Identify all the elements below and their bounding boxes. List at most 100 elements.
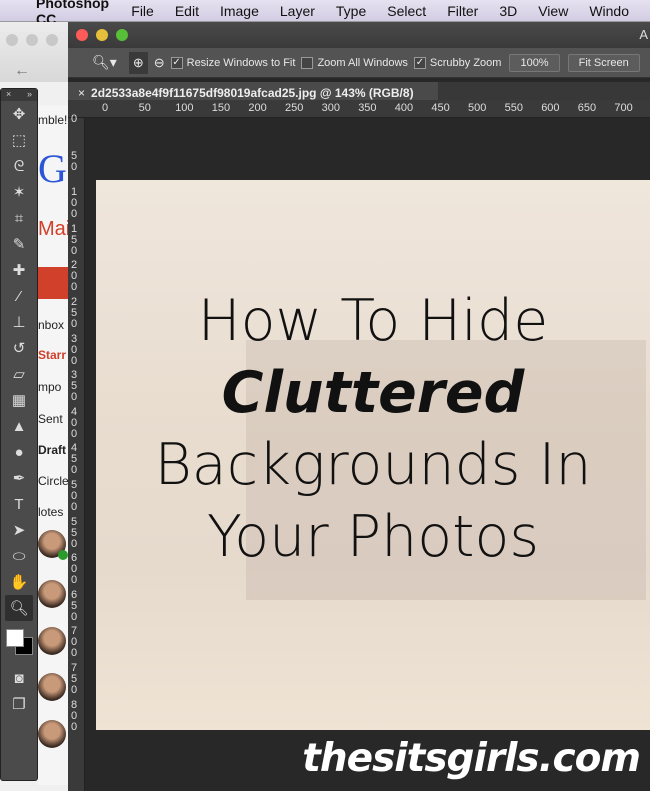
ruler-tick-label: 650 (577, 102, 597, 114)
vertical-ruler[interactable]: 0 50 100 150 200 250 300 350 400 450 500 550 600 650 7… (68, 114, 85, 791)
ruler-tick-label: 250 (71, 296, 78, 330)
options-bar: 🔍︎▾ ⊕ ⊖ ✓ Resize Windows to Fit Zoom All… (68, 48, 650, 78)
menu-3d[interactable]: 3D (499, 3, 517, 19)
menu-edit[interactable]: Edit (175, 3, 199, 19)
avatar[interactable] (38, 673, 66, 701)
ruler-tick-label: 250 (285, 102, 304, 114)
collapse-panel-icon[interactable]: » (27, 89, 32, 101)
gmail-circles[interactable]: Circle (38, 474, 68, 488)
path-selection-tool-icon[interactable]: ➤ (1, 517, 37, 543)
zoom-in-icon[interactable]: ⊕ (128, 51, 148, 74)
menu-view[interactable]: View (538, 3, 568, 19)
zoom-100-button[interactable]: 100% (509, 53, 560, 72)
horizontal-ruler[interactable]: 0 50 100 150 200 250 300 350 400 450 500 550 600 650 7… (68, 100, 650, 118)
gmail-sent[interactable]: Sent (38, 412, 63, 426)
tools-panel: ×» ✥ ⬚ ᘓ ✶ ⌗ ✎ ✚ ⁄ ⊥ ↺ ▱ ▦ ▲ ● ✒ T ➤ ⬭ ✋… (0, 88, 38, 781)
menu-layer[interactable]: Layer (280, 3, 315, 19)
brush-tool-icon[interactable]: ⁄ (1, 283, 37, 309)
magic-wand-tool-icon[interactable]: ✶ (1, 179, 37, 205)
lasso-tool-icon[interactable]: ᘓ (1, 153, 37, 179)
browser-close-button[interactable] (6, 34, 18, 46)
color-swatches[interactable] (1, 621, 37, 665)
ruler-tick-label: 100 (71, 186, 78, 221)
gradient-tool-icon[interactable]: ▦ (1, 387, 37, 413)
pen-tool-icon[interactable]: ✒ (1, 465, 37, 491)
headline-line: Backgrounds In (154, 432, 592, 498)
close-button[interactable] (76, 29, 88, 41)
browser-maximize-button[interactable] (46, 34, 58, 46)
ruler-tick-label: 750 (71, 662, 78, 696)
move-tool-icon[interactable]: ✥ (1, 101, 37, 127)
type-tool-icon[interactable]: T (1, 491, 37, 517)
avatar[interactable] (38, 627, 66, 655)
headline-overlay: How To Hide Cluttered Backgrounds In You… (96, 285, 650, 573)
maximize-button[interactable] (116, 29, 128, 41)
ruler-tick-label: 350 (71, 369, 78, 404)
ruler-tick-label: 450 (71, 442, 78, 477)
minimize-button[interactable] (96, 29, 108, 41)
close-panel-icon[interactable]: × (6, 89, 11, 101)
zoom-tool-icon[interactable]: 🔍︎ (5, 595, 33, 621)
ruler-tick-label: 700 (614, 102, 633, 114)
zoom-all-windows-checkbox[interactable] (301, 56, 314, 69)
ruler-tick-label: 100 (175, 102, 194, 114)
ruler-tick-label: 300 (321, 102, 340, 114)
menu-select[interactable]: Select (387, 3, 426, 19)
gmail-starred[interactable]: Starr (38, 348, 66, 362)
menu-window[interactable]: Windo (589, 3, 629, 19)
menu-type[interactable]: Type (336, 3, 366, 19)
blur-tool-icon[interactable]: ▲ (1, 413, 37, 439)
avatar[interactable] (38, 580, 66, 608)
back-arrow-icon[interactable]: ← (14, 62, 30, 80)
window-titlebar: A (68, 22, 650, 48)
ruler-tick-label: 550 (71, 515, 78, 550)
gmail-important[interactable]: mpo (38, 380, 61, 394)
menu-file[interactable]: File (131, 3, 154, 19)
ruler-tick-label: 300 (71, 332, 78, 367)
ruler-tick-label: 200 (248, 102, 267, 114)
ruler-tick-label: 0 (102, 102, 109, 114)
screen-mode-icon[interactable]: ❐ (1, 691, 37, 717)
healing-brush-tool-icon[interactable]: ✚ (1, 257, 37, 283)
gmail-sidebar: mble! G Mai nbox Starr mpo Sent Draft Ci… (38, 105, 68, 785)
ruler-tick-label: 50 (138, 102, 151, 114)
scrubby-zoom-checkbox[interactable]: ✓ (413, 56, 426, 69)
fit-screen-button[interactable]: Fit Screen (567, 53, 640, 72)
gmail-notes[interactable]: lotes (38, 505, 63, 519)
browser-minimize-button[interactable] (26, 34, 38, 46)
menu-filter[interactable]: Filter (447, 3, 478, 19)
gmail-mail-label: Mai (38, 218, 68, 240)
foreground-color-swatch[interactable] (6, 629, 24, 647)
clone-stamp-tool-icon[interactable]: ⊥ (1, 309, 37, 335)
ruler-tick-label: 350 (358, 102, 377, 114)
gmail-drafts[interactable]: Draft (38, 443, 66, 457)
avatar[interactable] (38, 720, 66, 748)
ruler-tick-label: 150 (71, 222, 78, 257)
marquee-tool-icon[interactable]: ⬚ (1, 127, 37, 153)
gmail-text: mble! (38, 113, 68, 127)
dodge-tool-icon[interactable]: ● (1, 439, 37, 465)
eraser-tool-icon[interactable]: ▱ (1, 361, 37, 387)
resize-windows-checkbox[interactable]: ✓ (170, 56, 183, 69)
eyedropper-tool-icon[interactable]: ✎ (1, 231, 37, 257)
watermark: thesitsgirls.com (302, 736, 641, 781)
ruler-tick-label: 200 (71, 259, 78, 294)
ruler-tick-label: 150 (211, 102, 231, 114)
hand-tool-icon[interactable]: ✋ (1, 569, 37, 595)
compose-button[interactable] (38, 267, 68, 299)
gmail-inbox[interactable]: nbox (38, 318, 64, 332)
zoom-out-icon[interactable]: ⊖ (154, 55, 165, 71)
zoom-tool-preset-icon[interactable]: 🔍︎▾ (92, 54, 117, 71)
ruler-tick-label: 0 (71, 113, 78, 125)
ellipse-tool-icon[interactable]: ⬭ (1, 543, 37, 569)
ruler-tick-label: 800 (71, 698, 78, 733)
quick-mask-icon[interactable]: ◙ (1, 665, 37, 691)
close-tab-icon[interactable]: × (78, 86, 85, 100)
tools-panel-header: ×» (1, 89, 37, 101)
ruler-tick-label: 50 (71, 149, 78, 173)
history-brush-tool-icon[interactable]: ↺ (1, 335, 37, 361)
ruler-tick-label: 400 (71, 405, 78, 440)
crop-tool-icon[interactable]: ⌗ (1, 205, 37, 231)
menu-image[interactable]: Image (220, 3, 259, 19)
window-title: A (639, 27, 648, 42)
